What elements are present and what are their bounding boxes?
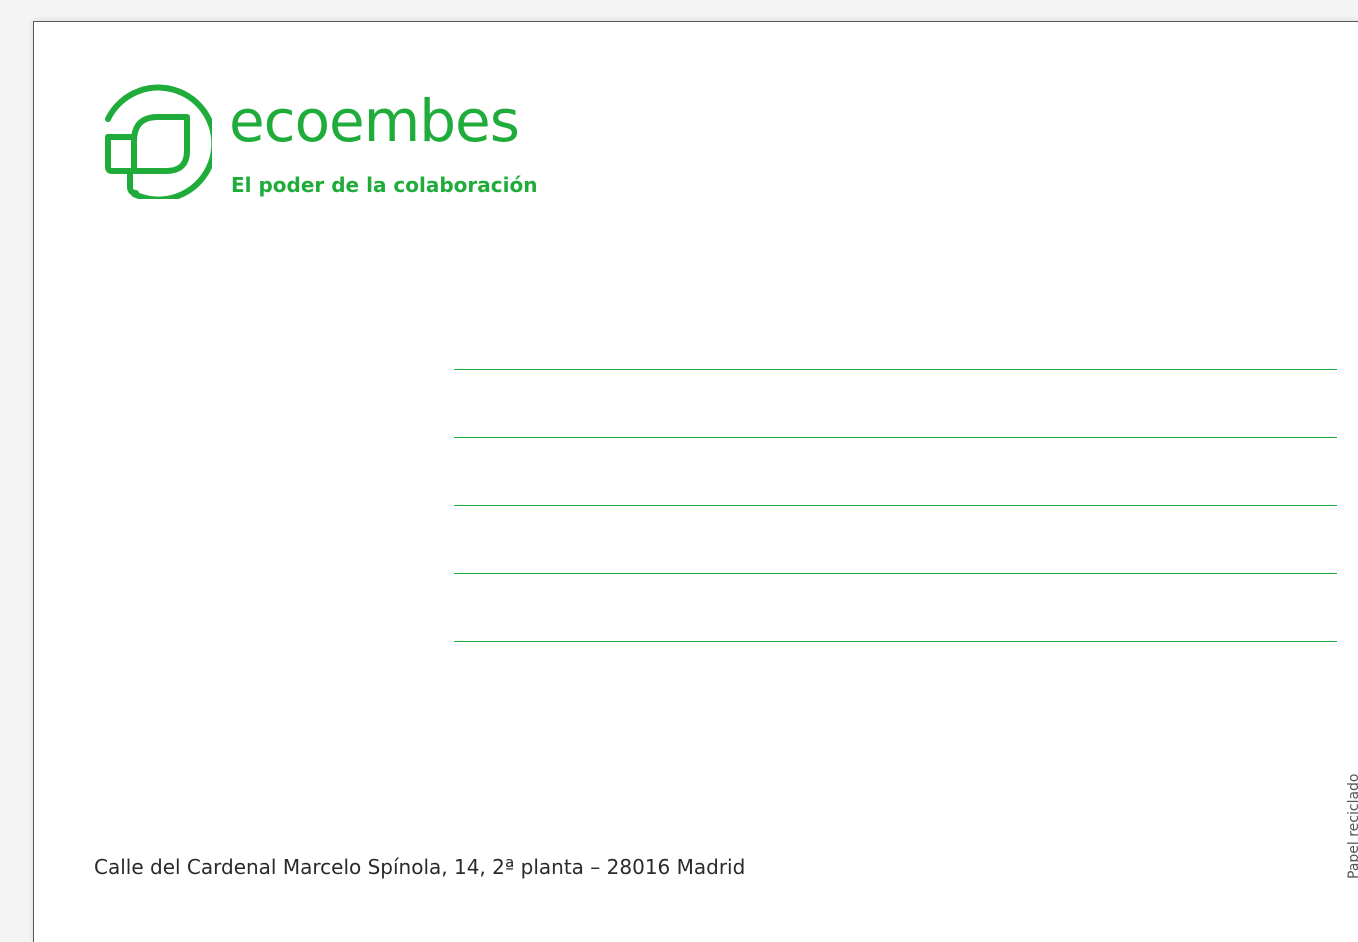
address-line — [454, 369, 1337, 370]
address-line — [454, 573, 1337, 574]
address-line — [454, 505, 1337, 506]
recycled-paper-note: Papel reciclado — [1346, 773, 1358, 880]
brand-tagline: El poder de la colaboración — [231, 173, 538, 197]
envelope: ecoembes El poder de la colaboración Cal… — [33, 21, 1358, 942]
recipient-address-lines — [454, 369, 1337, 649]
brand-name: ecoembes — [229, 87, 520, 155]
address-line — [454, 437, 1337, 438]
address-line — [454, 641, 1337, 642]
ecoembes-leaf-logo-icon — [105, 84, 212, 199]
sender-address: Calle del Cardenal Marcelo Spínola, 14, … — [94, 855, 746, 879]
